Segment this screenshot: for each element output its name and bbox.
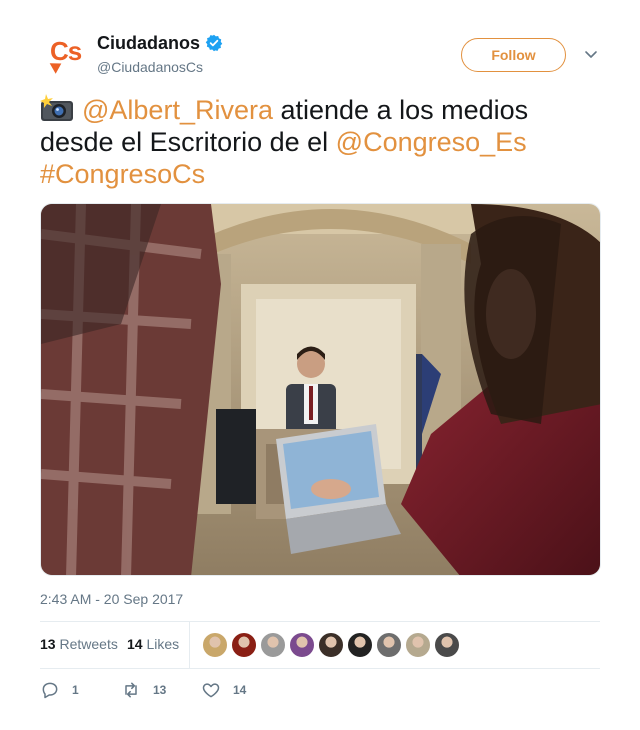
- account-avatar[interactable]: Cs: [40, 30, 88, 78]
- like-count: 14: [233, 683, 247, 697]
- liker-avatar-9[interactable]: [434, 632, 460, 658]
- reply-icon: [42, 682, 58, 699]
- liker-avatar-2[interactable]: [231, 632, 257, 658]
- tweet-photo[interactable]: [40, 203, 601, 576]
- liker-avatar-7[interactable]: [376, 632, 402, 658]
- camera-flash-icon: [40, 94, 73, 121]
- heart-icon: [202, 683, 220, 698]
- press-conference-photo: [41, 204, 600, 575]
- stats-divider-vertical: [189, 622, 190, 668]
- liker-avatar-1[interactable]: [202, 632, 228, 658]
- reply-count: 1: [72, 683, 79, 697]
- display-name[interactable]: Ciudadanos: [97, 33, 200, 54]
- liker-avatar-6[interactable]: [347, 632, 373, 658]
- likes-stat[interactable]: 14 Likes: [127, 636, 179, 652]
- stats-divider-top: [40, 621, 600, 622]
- mention-link-albert-rivera[interactable]: @Albert_Rivera: [82, 95, 273, 125]
- retweets-label: Retweets: [59, 636, 118, 652]
- likes-count: 14: [127, 636, 143, 652]
- verified-badge-icon: [205, 34, 223, 52]
- retweet-icon: [125, 682, 137, 698]
- liker-avatar-5[interactable]: [318, 632, 344, 658]
- like-button[interactable]: 14: [201, 680, 246, 700]
- liker-avatar-3[interactable]: [260, 632, 286, 658]
- hashtag-link[interactable]: #CongresoCs: [40, 159, 205, 189]
- screen-name[interactable]: @CiudadanosCs: [97, 59, 203, 75]
- follow-button[interactable]: Follow: [461, 38, 566, 72]
- mention-link-congreso[interactable]: @Congreso_Es: [336, 127, 527, 157]
- retweet-count: 13: [153, 683, 167, 697]
- stats-divider-bottom: [40, 668, 600, 669]
- retweet-button[interactable]: 13: [121, 680, 166, 700]
- liker-avatar-4[interactable]: [289, 632, 315, 658]
- tweet-timestamp[interactable]: 2:43 AM - 20 Sep 2017: [40, 591, 183, 607]
- reply-button[interactable]: 1: [40, 680, 79, 700]
- likes-label: Likes: [146, 636, 180, 652]
- retweets-stat[interactable]: 13 Retweets: [40, 636, 118, 652]
- tweet-text: @Albert_Rivera atiende a los medios desd…: [40, 94, 600, 190]
- liker-avatar-8[interactable]: [405, 632, 431, 658]
- chevron-down-icon[interactable]: [584, 47, 598, 61]
- retweets-count: 13: [40, 636, 56, 652]
